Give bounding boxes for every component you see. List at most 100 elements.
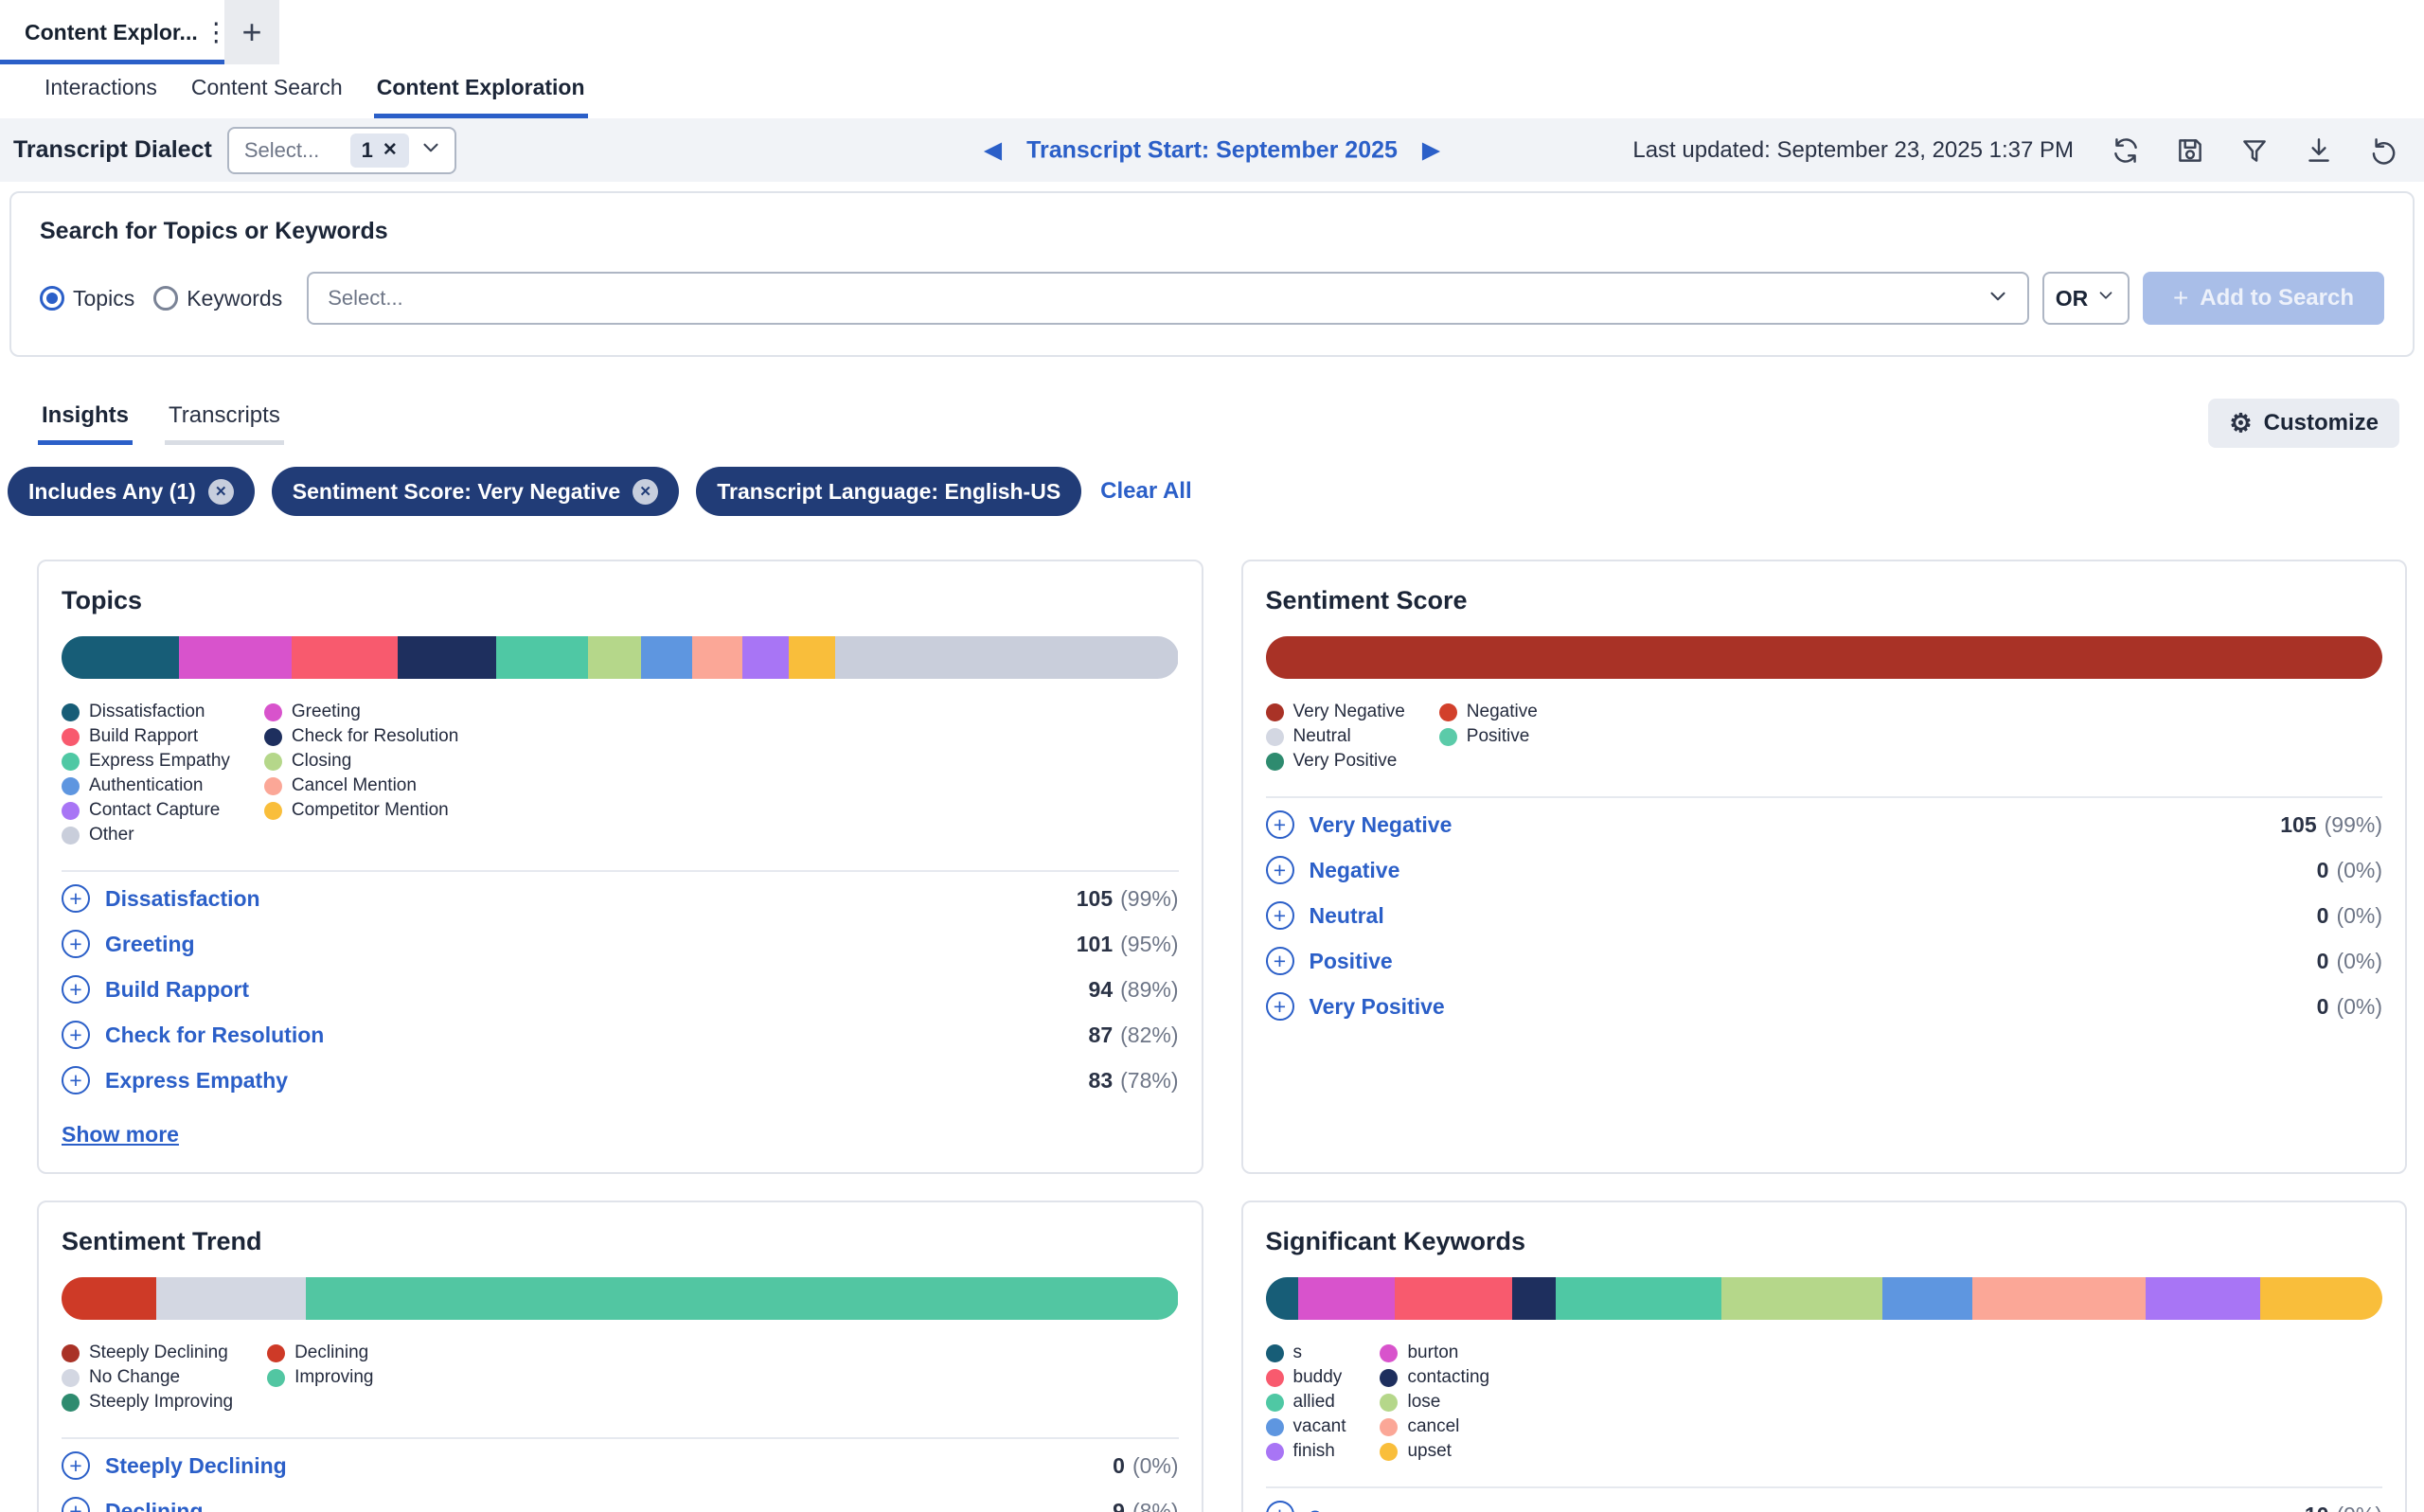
chip-remove-icon[interactable] <box>633 479 658 505</box>
expand-plus-icon[interactable] <box>1266 1501 1294 1512</box>
row-label-link[interactable]: Neutral <box>1310 903 1384 929</box>
expand-plus-icon[interactable] <box>1266 992 1294 1021</box>
expand-plus-icon[interactable] <box>62 1021 90 1049</box>
bar-segment-allied[interactable] <box>1556 1277 1721 1320</box>
filter-icon[interactable] <box>2238 134 2271 167</box>
add-to-search-button[interactable]: Add to Search <box>2143 272 2384 325</box>
bar-segment-lose[interactable] <box>1721 1277 1882 1320</box>
row-label-link[interactable]: Build Rapport <box>105 977 249 1003</box>
chip-remove-icon[interactable] <box>208 479 234 505</box>
bar-segment-greeting[interactable] <box>179 636 292 679</box>
bar-segment-contact-capture[interactable] <box>742 636 788 679</box>
row-label-link[interactable]: Greeting <box>105 932 195 957</box>
expand-plus-icon[interactable] <box>62 1497 90 1512</box>
tab-menu-kebab-icon[interactable] <box>198 18 235 47</box>
bar-segment-other[interactable] <box>835 636 1178 679</box>
row-percent: (99%) <box>1120 886 1178 912</box>
reset-icon[interactable] <box>2367 134 2399 167</box>
bar-segment-closing[interactable] <box>588 636 642 679</box>
radio-keywords[interactable]: Keywords <box>153 286 282 311</box>
bar-segment-upset[interactable] <box>2260 1277 2382 1320</box>
expand-plus-icon[interactable] <box>1266 947 1294 975</box>
tab-content-exploration[interactable]: Content Exploration <box>374 75 588 118</box>
expand-plus-icon[interactable] <box>62 975 90 1004</box>
row-label-link[interactable]: Very Positive <box>1310 994 1445 1020</box>
divider <box>62 1437 1179 1439</box>
expand-plus-icon[interactable] <box>62 884 90 913</box>
legend-dot <box>267 1344 285 1362</box>
bar-segment-declining[interactable] <box>62 1277 156 1320</box>
bar-segment-check-for-resolution[interactable] <box>398 636 496 679</box>
row-value: 9(8%) <box>1113 1499 1178 1512</box>
row-label-link[interactable]: Express Empathy <box>105 1068 288 1094</box>
chip-includes-any[interactable]: Includes Any (1) <box>8 467 255 516</box>
tab-insights[interactable]: Insights <box>38 402 133 445</box>
bar-segment-improving[interactable] <box>306 1277 1178 1320</box>
row-value: 83(78%) <box>1089 1068 1179 1094</box>
last-updated-text: Last updated: September 23, 2025 1:37 PM <box>1632 137 2074 164</box>
bar-segment-authentication[interactable] <box>641 636 692 679</box>
bar-segment-buddy[interactable] <box>1395 1277 1512 1320</box>
significant-keywords-panel: Significant Keywords s buddy allied vaca… <box>1241 1201 2408 1512</box>
tab-content-search[interactable]: Content Search <box>188 75 346 118</box>
row-label-link[interactable]: Declining <box>105 1499 204 1512</box>
expand-plus-icon[interactable] <box>62 1451 90 1480</box>
bar-segment-contacting[interactable] <box>1512 1277 1556 1320</box>
show-more-link[interactable]: Show more <box>62 1122 179 1147</box>
clear-all-link[interactable]: Clear All <box>1100 478 1191 505</box>
expand-plus-icon[interactable] <box>1266 901 1294 930</box>
dialect-select[interactable]: Select... 1 <box>227 127 456 174</box>
topics-distribution-bar <box>62 636 1179 679</box>
expand-plus-icon[interactable] <box>1266 810 1294 839</box>
next-period-icon[interactable] <box>1422 138 1440 162</box>
tab-interactions[interactable]: Interactions <box>42 75 160 118</box>
bar-segment-cancel[interactable] <box>1972 1277 2146 1320</box>
dialect-clear-icon[interactable] <box>383 139 398 161</box>
bar-segment-express-empathy[interactable] <box>496 636 588 679</box>
bar-segment-dissatisfaction[interactable] <box>62 636 179 679</box>
previous-period-icon[interactable] <box>984 138 1002 162</box>
download-icon[interactable] <box>2303 134 2335 167</box>
chip-sentiment-score[interactable]: Sentiment Score: Very Negative <box>272 467 679 516</box>
expand-plus-icon[interactable] <box>62 1066 90 1094</box>
operator-select[interactable]: OR <box>2042 272 2130 325</box>
refresh-icon[interactable] <box>2110 134 2142 167</box>
expand-plus-icon[interactable] <box>1266 856 1294 884</box>
chip-transcript-language[interactable]: Transcript Language: English-US <box>696 467 1081 516</box>
legend-column: s buddy allied vacant finish <box>1266 1343 1346 1462</box>
legend-item: Neutral <box>1266 726 1405 747</box>
header-actions: Last updated: September 23, 2025 1:37 PM <box>1632 134 2399 167</box>
radio-topics-icon[interactable] <box>40 286 64 311</box>
row-label-link[interactable]: Dissatisfaction <box>105 886 260 912</box>
row-label-link[interactable]: s <box>1310 1503 1322 1512</box>
row-label-link[interactable]: Positive <box>1310 949 1393 974</box>
legend-dot <box>1380 1443 1398 1461</box>
bar-segment-vacant[interactable] <box>1882 1277 1973 1320</box>
save-icon[interactable] <box>2174 134 2206 167</box>
row-label-link[interactable]: Steeply Declining <box>105 1453 287 1479</box>
row-label-link[interactable]: Negative <box>1310 858 1400 883</box>
chevron-down-icon[interactable] <box>2095 285 2116 311</box>
radio-topics[interactable]: Topics <box>40 286 134 311</box>
row-label-link[interactable]: Check for Resolution <box>105 1023 324 1048</box>
bar-segment-finish[interactable] <box>2146 1277 2260 1320</box>
bar-segment-cancel-mention[interactable] <box>692 636 742 679</box>
radio-keywords-icon[interactable] <box>153 286 178 311</box>
bar-segment-competitor-mention[interactable] <box>789 636 836 679</box>
tab-transcripts[interactable]: Transcripts <box>165 402 284 445</box>
period-label[interactable]: Transcript Start: September 2025 <box>1026 136 1398 164</box>
bar-segment-very-negative[interactable] <box>1266 636 2383 679</box>
bar-segment-build-rapport[interactable] <box>292 636 398 679</box>
row-label-link[interactable]: Very Negative <box>1310 812 1453 838</box>
expand-plus-icon[interactable] <box>62 930 90 958</box>
customize-button[interactable]: Customize <box>2208 399 2399 448</box>
topic-search-select[interactable]: Select... <box>307 272 2029 325</box>
bar-segment-no-change[interactable] <box>156 1277 306 1320</box>
bar-segment-burton[interactable] <box>1298 1277 1396 1320</box>
workspace-tab[interactable]: Content Explor... <box>0 0 224 64</box>
chevron-down-icon[interactable] <box>1986 284 2010 313</box>
chevron-down-icon[interactable] <box>419 135 443 165</box>
dialect-count-chip[interactable]: 1 <box>350 133 409 168</box>
bar-segment-s[interactable] <box>1266 1277 1298 1320</box>
legend-label: Other <box>89 825 134 845</box>
